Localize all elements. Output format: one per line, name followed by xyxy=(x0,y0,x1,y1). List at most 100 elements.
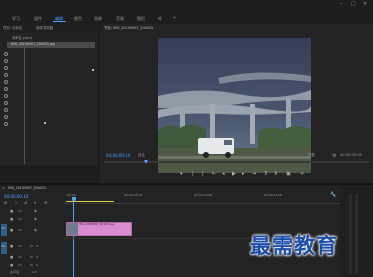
lock-icon[interactable]: ■ xyxy=(10,228,13,232)
panel-separator[interactable] xyxy=(0,183,373,185)
watermark: 最需教育 xyxy=(250,234,338,258)
menu-item-learn[interactable]: 学习 xyxy=(12,16,20,21)
menu-label: 库 xyxy=(158,16,162,21)
extract-icon[interactable]: ⊻ xyxy=(274,171,278,177)
tab-project[interactable]: 项目: 未命名 xyxy=(3,26,22,30)
minimize-button[interactable]: – xyxy=(340,2,343,7)
menu-item-color[interactable]: 颜色 xyxy=(74,16,82,21)
settings-icon[interactable]: ⚙ xyxy=(332,153,336,159)
wrench-icon[interactable]: 🔧 xyxy=(330,192,336,198)
eye-icon[interactable]: ◉ xyxy=(34,209,37,213)
menu-item-audio[interactable]: 音频 xyxy=(116,16,124,21)
source-patch-v1[interactable]: V1 xyxy=(1,224,7,236)
menu-item-effects[interactable]: 效果 xyxy=(94,16,102,21)
audio-meters xyxy=(341,186,373,277)
playhead-timecode[interactable]: 00;00;00;10 xyxy=(106,154,130,158)
clip-label: IMG_20190907_204025.jpg xyxy=(79,223,115,226)
step-back-icon[interactable]: ◂ xyxy=(222,171,225,177)
video-frame[interactable] xyxy=(158,38,311,173)
program-monitor-title[interactable]: 节目: IMG_20190907_204025 xyxy=(104,26,153,30)
add-marker-icon[interactable]: ▾ xyxy=(34,200,36,205)
program-monitor-header: 节目: IMG_20190907_204025 xyxy=(100,24,373,33)
menu-item-assembly[interactable]: 组件 xyxy=(34,16,42,21)
lock-icon[interactable]: ■ xyxy=(10,217,13,221)
time-ruler[interactable]: :00:00 00:00:05:00 00:00:10:00 00:00:15:… xyxy=(64,192,340,204)
project-panel: 项目: 未命名 媒体浏览器 未命名.prproj IMG_20190907_20… xyxy=(0,24,98,165)
step-forward-icon[interactable]: ▸ xyxy=(242,171,245,177)
track-label[interactable]: A1 xyxy=(18,245,22,248)
solo-button[interactable]: S xyxy=(36,264,38,267)
item-icon[interactable] xyxy=(4,87,8,91)
lock-icon[interactable]: ■ xyxy=(10,209,13,213)
eye-icon[interactable]: ◉ xyxy=(34,217,37,221)
ruler-label: :00:00 xyxy=(66,193,76,197)
mark-in-icon[interactable]: ▾ xyxy=(180,171,183,177)
quality-dropdown[interactable]: 完整 xyxy=(308,153,315,157)
lock-icon[interactable]: ■ xyxy=(10,244,13,248)
item-icon[interactable] xyxy=(4,80,8,84)
menu-item-libraries[interactable]: 库 xyxy=(158,16,162,21)
project-panel-tabs: 项目: 未命名 媒体浏览器 xyxy=(0,24,98,33)
snap-icon[interactable]: ⊃ xyxy=(14,200,17,205)
mute-button[interactable]: M xyxy=(30,256,33,259)
video-frame-image xyxy=(158,38,311,173)
scrub-bar[interactable] xyxy=(104,161,369,163)
item-icon[interactable] xyxy=(4,101,8,105)
source-patch-a1[interactable]: A1 xyxy=(1,242,7,254)
tab-media-browser[interactable]: 媒体浏览器 xyxy=(36,26,53,30)
play-icon[interactable]: ▶ xyxy=(232,171,236,177)
track-label[interactable]: V2 xyxy=(18,218,22,221)
timeline-settings-icon[interactable]: ⚙ xyxy=(44,200,48,205)
add-button-icon[interactable]: + xyxy=(300,171,304,177)
fit-dropdown[interactable]: 适合 xyxy=(138,153,145,157)
item-icon[interactable] xyxy=(4,73,8,77)
export-frame-icon[interactable]: ▣ xyxy=(286,171,291,177)
keyframe-dot xyxy=(92,69,94,71)
track-label[interactable]: V3 xyxy=(18,210,22,213)
menu-bar: 学习 组件 编辑 颜色 效果 音频 图形 库 » – □ ✕ xyxy=(0,0,373,22)
solo-button[interactable]: S xyxy=(36,256,38,259)
track-label[interactable]: V1 xyxy=(18,229,22,232)
item-icon[interactable] xyxy=(4,66,8,70)
track-header-a3: ■ A3 M S xyxy=(10,262,64,270)
linked-selection-icon[interactable]: ⊛ xyxy=(24,200,27,205)
close-icon[interactable]: × xyxy=(2,186,5,191)
meter-right xyxy=(355,194,358,274)
timeline-timecode[interactable]: 00;00;00;10 xyxy=(4,195,28,199)
mute-button[interactable]: M xyxy=(30,264,33,267)
go-to-in-icon[interactable]: ⇤ xyxy=(212,171,216,177)
video-clip[interactable]: IMG_20190907_204025.jpg xyxy=(66,222,132,236)
file-row-selected[interactable]: IMG_20190907_204025.jpg xyxy=(7,42,95,48)
item-icon[interactable] xyxy=(4,122,8,126)
insert-sequence-icon[interactable]: ⊞ xyxy=(4,200,7,205)
menu-label: 学习 xyxy=(12,16,20,21)
item-icon[interactable] xyxy=(4,52,8,56)
track-label[interactable]: A2 xyxy=(18,256,22,259)
menu-label: 效果 xyxy=(94,16,102,21)
solo-button[interactable]: S xyxy=(36,245,38,248)
menu-overflow-button[interactable]: » xyxy=(173,15,176,21)
track-header-v1: ■ V1 ◉ xyxy=(10,224,64,238)
mark-out-icon[interactable]: | xyxy=(192,171,194,177)
menu-item-graphics[interactable]: 图形 xyxy=(137,16,145,21)
timeline-tab[interactable]: × IMG_20190907_204025 xyxy=(2,186,62,193)
close-button[interactable]: ✕ xyxy=(363,2,367,7)
track-label[interactable]: A3 xyxy=(18,264,22,267)
bin-label: 未命名.prproj xyxy=(12,36,33,40)
item-icon[interactable] xyxy=(4,115,8,119)
item-icon[interactable] xyxy=(4,94,8,98)
clip-thumbnail xyxy=(67,223,78,235)
go-to-out-icon[interactable]: ⇥ xyxy=(252,171,256,177)
lock-icon[interactable]: ■ xyxy=(10,263,13,267)
mark-clip-icon[interactable]: | xyxy=(202,171,204,177)
eye-icon[interactable]: ◉ xyxy=(34,228,37,232)
item-icon[interactable] xyxy=(4,59,8,63)
item-icon[interactable] xyxy=(4,108,8,112)
ruler-label: 00:00:05:00 xyxy=(124,193,143,197)
mute-button[interactable]: M xyxy=(30,245,33,248)
lock-icon[interactable]: ■ xyxy=(10,255,13,259)
master-value[interactable]: 0.0 xyxy=(32,271,37,274)
lift-icon[interactable]: ⊼ xyxy=(264,171,268,177)
maximize-button[interactable]: □ xyxy=(351,2,356,7)
project-panel-divider xyxy=(24,42,25,164)
